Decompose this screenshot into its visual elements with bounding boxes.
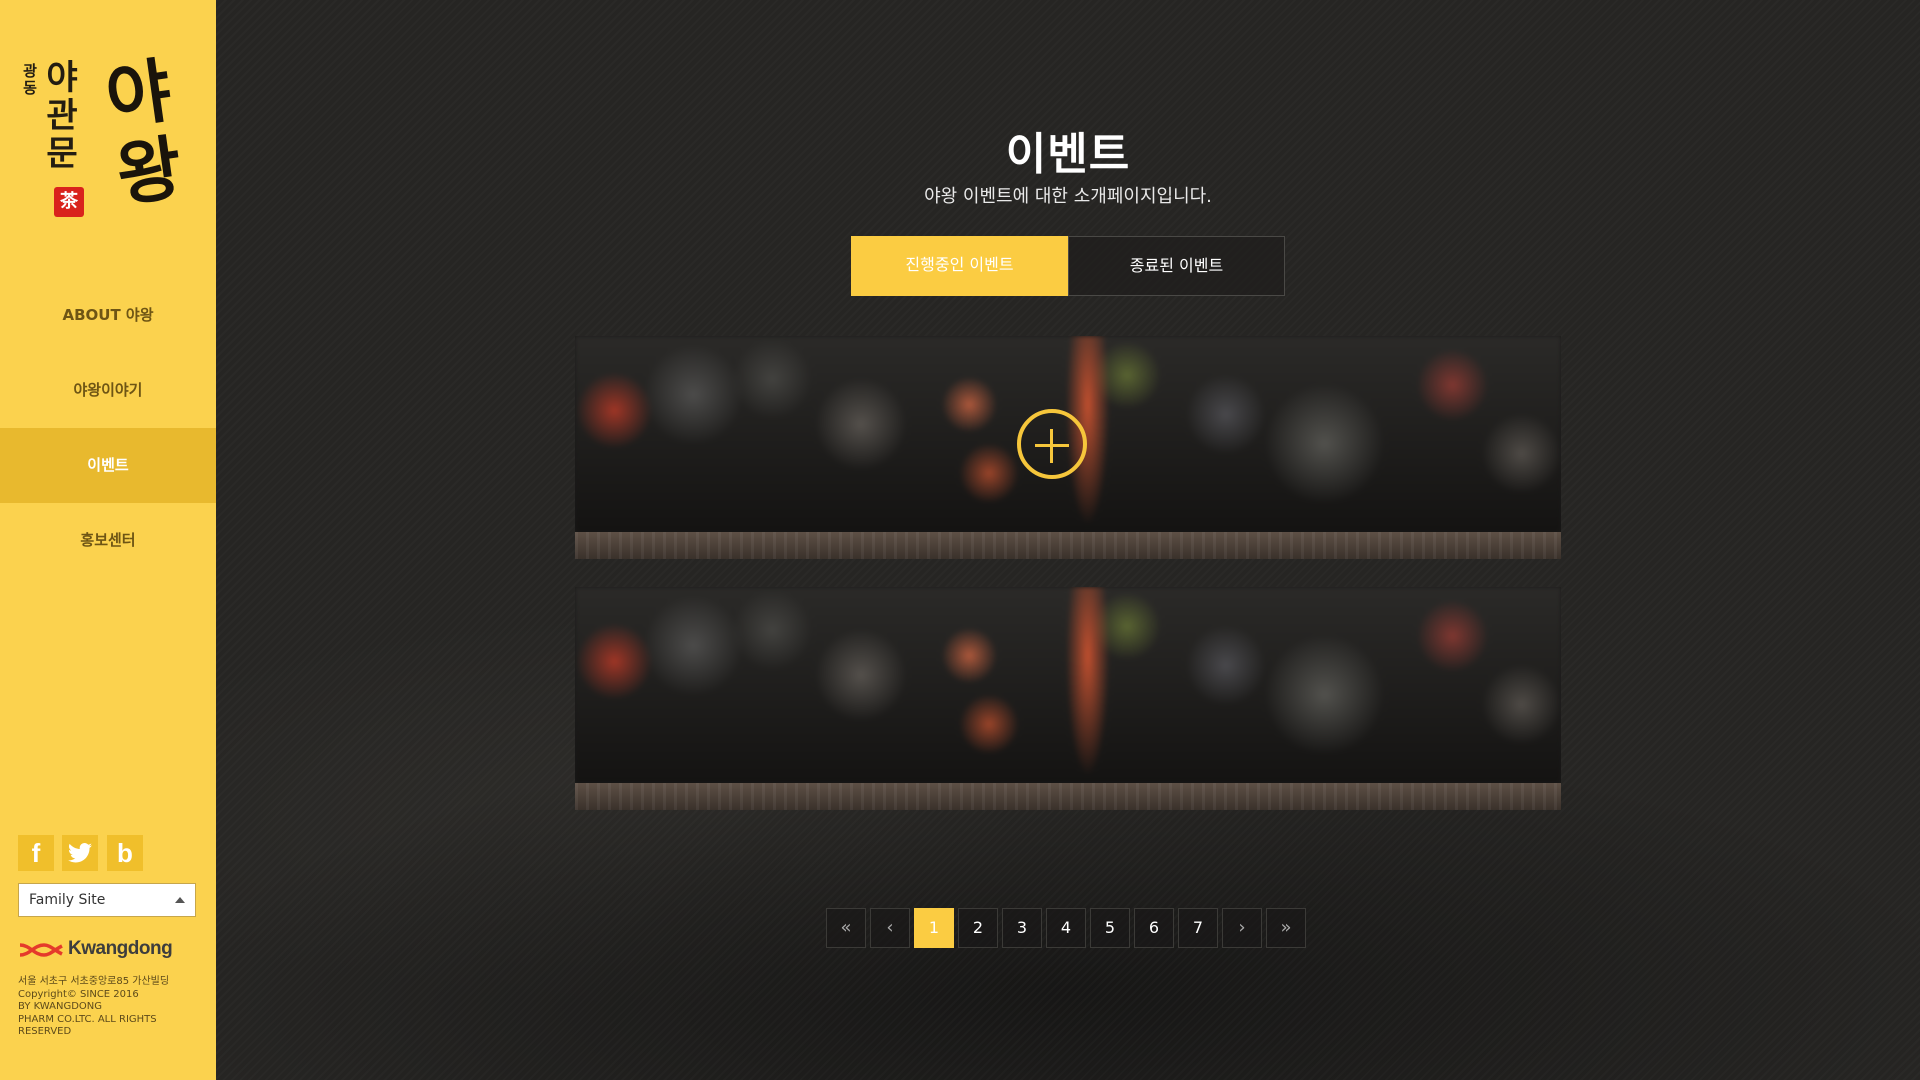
yawang-logo[interactable]: 광동 야관문 야왕 茶: [20, 48, 196, 220]
plus-circle-icon[interactable]: [1017, 409, 1087, 479]
brand-name: Kwangdong: [68, 938, 173, 959]
nav-item-story[interactable]: 야왕이야기: [0, 353, 216, 428]
next-page-icon[interactable]: ›: [1222, 908, 1262, 948]
page-4[interactable]: 4: [1046, 908, 1086, 948]
page-1[interactable]: 1: [914, 908, 954, 948]
page-7[interactable]: 7: [1178, 908, 1218, 948]
banner-background-image: [575, 587, 1561, 783]
first-page-icon[interactable]: «: [826, 908, 866, 948]
banner-wood-table: [575, 532, 1561, 559]
main-content: 이벤트 야왕 이벤트에 대한 소개페이지입니다. 진행중인 이벤트 종료된 이벤…: [216, 0, 1920, 1080]
event-banner[interactable]: [575, 587, 1561, 810]
facebook-icon[interactable]: f: [18, 835, 54, 871]
blog-icon[interactable]: b: [107, 835, 143, 871]
tab-ended-events[interactable]: 종료된 이벤트: [1068, 236, 1285, 296]
footer-copyright: Copyright© SINCE 2016 BY KWANGDONG PHARM…: [18, 988, 157, 1038]
prev-page-icon[interactable]: ‹: [870, 908, 910, 948]
family-site-select[interactable]: Family Site: [18, 883, 196, 917]
main-nav: ABOUT 야왕 야왕이야기 이벤트 홍보센터: [0, 278, 216, 578]
banner-wood-table: [575, 783, 1561, 810]
tab-ongoing-events[interactable]: 진행중인 이벤트: [851, 236, 1068, 296]
event-banner[interactable]: [575, 336, 1561, 559]
caret-up-icon: [175, 897, 185, 903]
logo-small-text: 광동: [23, 62, 37, 97]
footer-info: 서울 서초구 서초중앙로85 가산빌딩 Copyright© SINCE 201…: [18, 976, 198, 1039]
twitter-icon[interactable]: [62, 835, 98, 871]
event-tabs: 진행중인 이벤트 종료된 이벤트: [851, 236, 1285, 296]
page-title: 이벤트: [1005, 129, 1131, 180]
page-5[interactable]: 5: [1090, 908, 1130, 948]
kwangdong-mark-icon: [19, 943, 63, 957]
pagination: « ‹ 1 2 3 4 5 6 7 › »: [826, 908, 1310, 948]
page-subtitle: 야왕 이벤트에 대한 소개페이지입니다.: [924, 186, 1212, 207]
nav-item-about[interactable]: ABOUT 야왕: [0, 278, 216, 353]
family-site-label: Family Site: [29, 892, 106, 908]
last-page-icon[interactable]: »: [1266, 908, 1306, 948]
kwangdong-logo[interactable]: Kwangdong: [18, 938, 208, 962]
page-2[interactable]: 2: [958, 908, 998, 948]
nav-item-pr-center[interactable]: 홍보센터: [0, 503, 216, 578]
footer-address: 서울 서초구 서초중앙로85 가산빌딩: [18, 976, 170, 987]
page-6[interactable]: 6: [1134, 908, 1174, 948]
logo-seal: 茶: [54, 187, 84, 217]
social-links: f b: [18, 835, 198, 871]
sidebar: 광동 야관문 야왕 茶 ABOUT 야왕 야왕이야기 이벤트 홍보센터 f b …: [0, 0, 216, 1080]
nav-item-event[interactable]: 이벤트: [0, 428, 216, 503]
logo-big-text: 야왕: [100, 48, 188, 217]
page-3[interactable]: 3: [1002, 908, 1042, 948]
logo-mid-text: 야관문: [46, 58, 78, 174]
